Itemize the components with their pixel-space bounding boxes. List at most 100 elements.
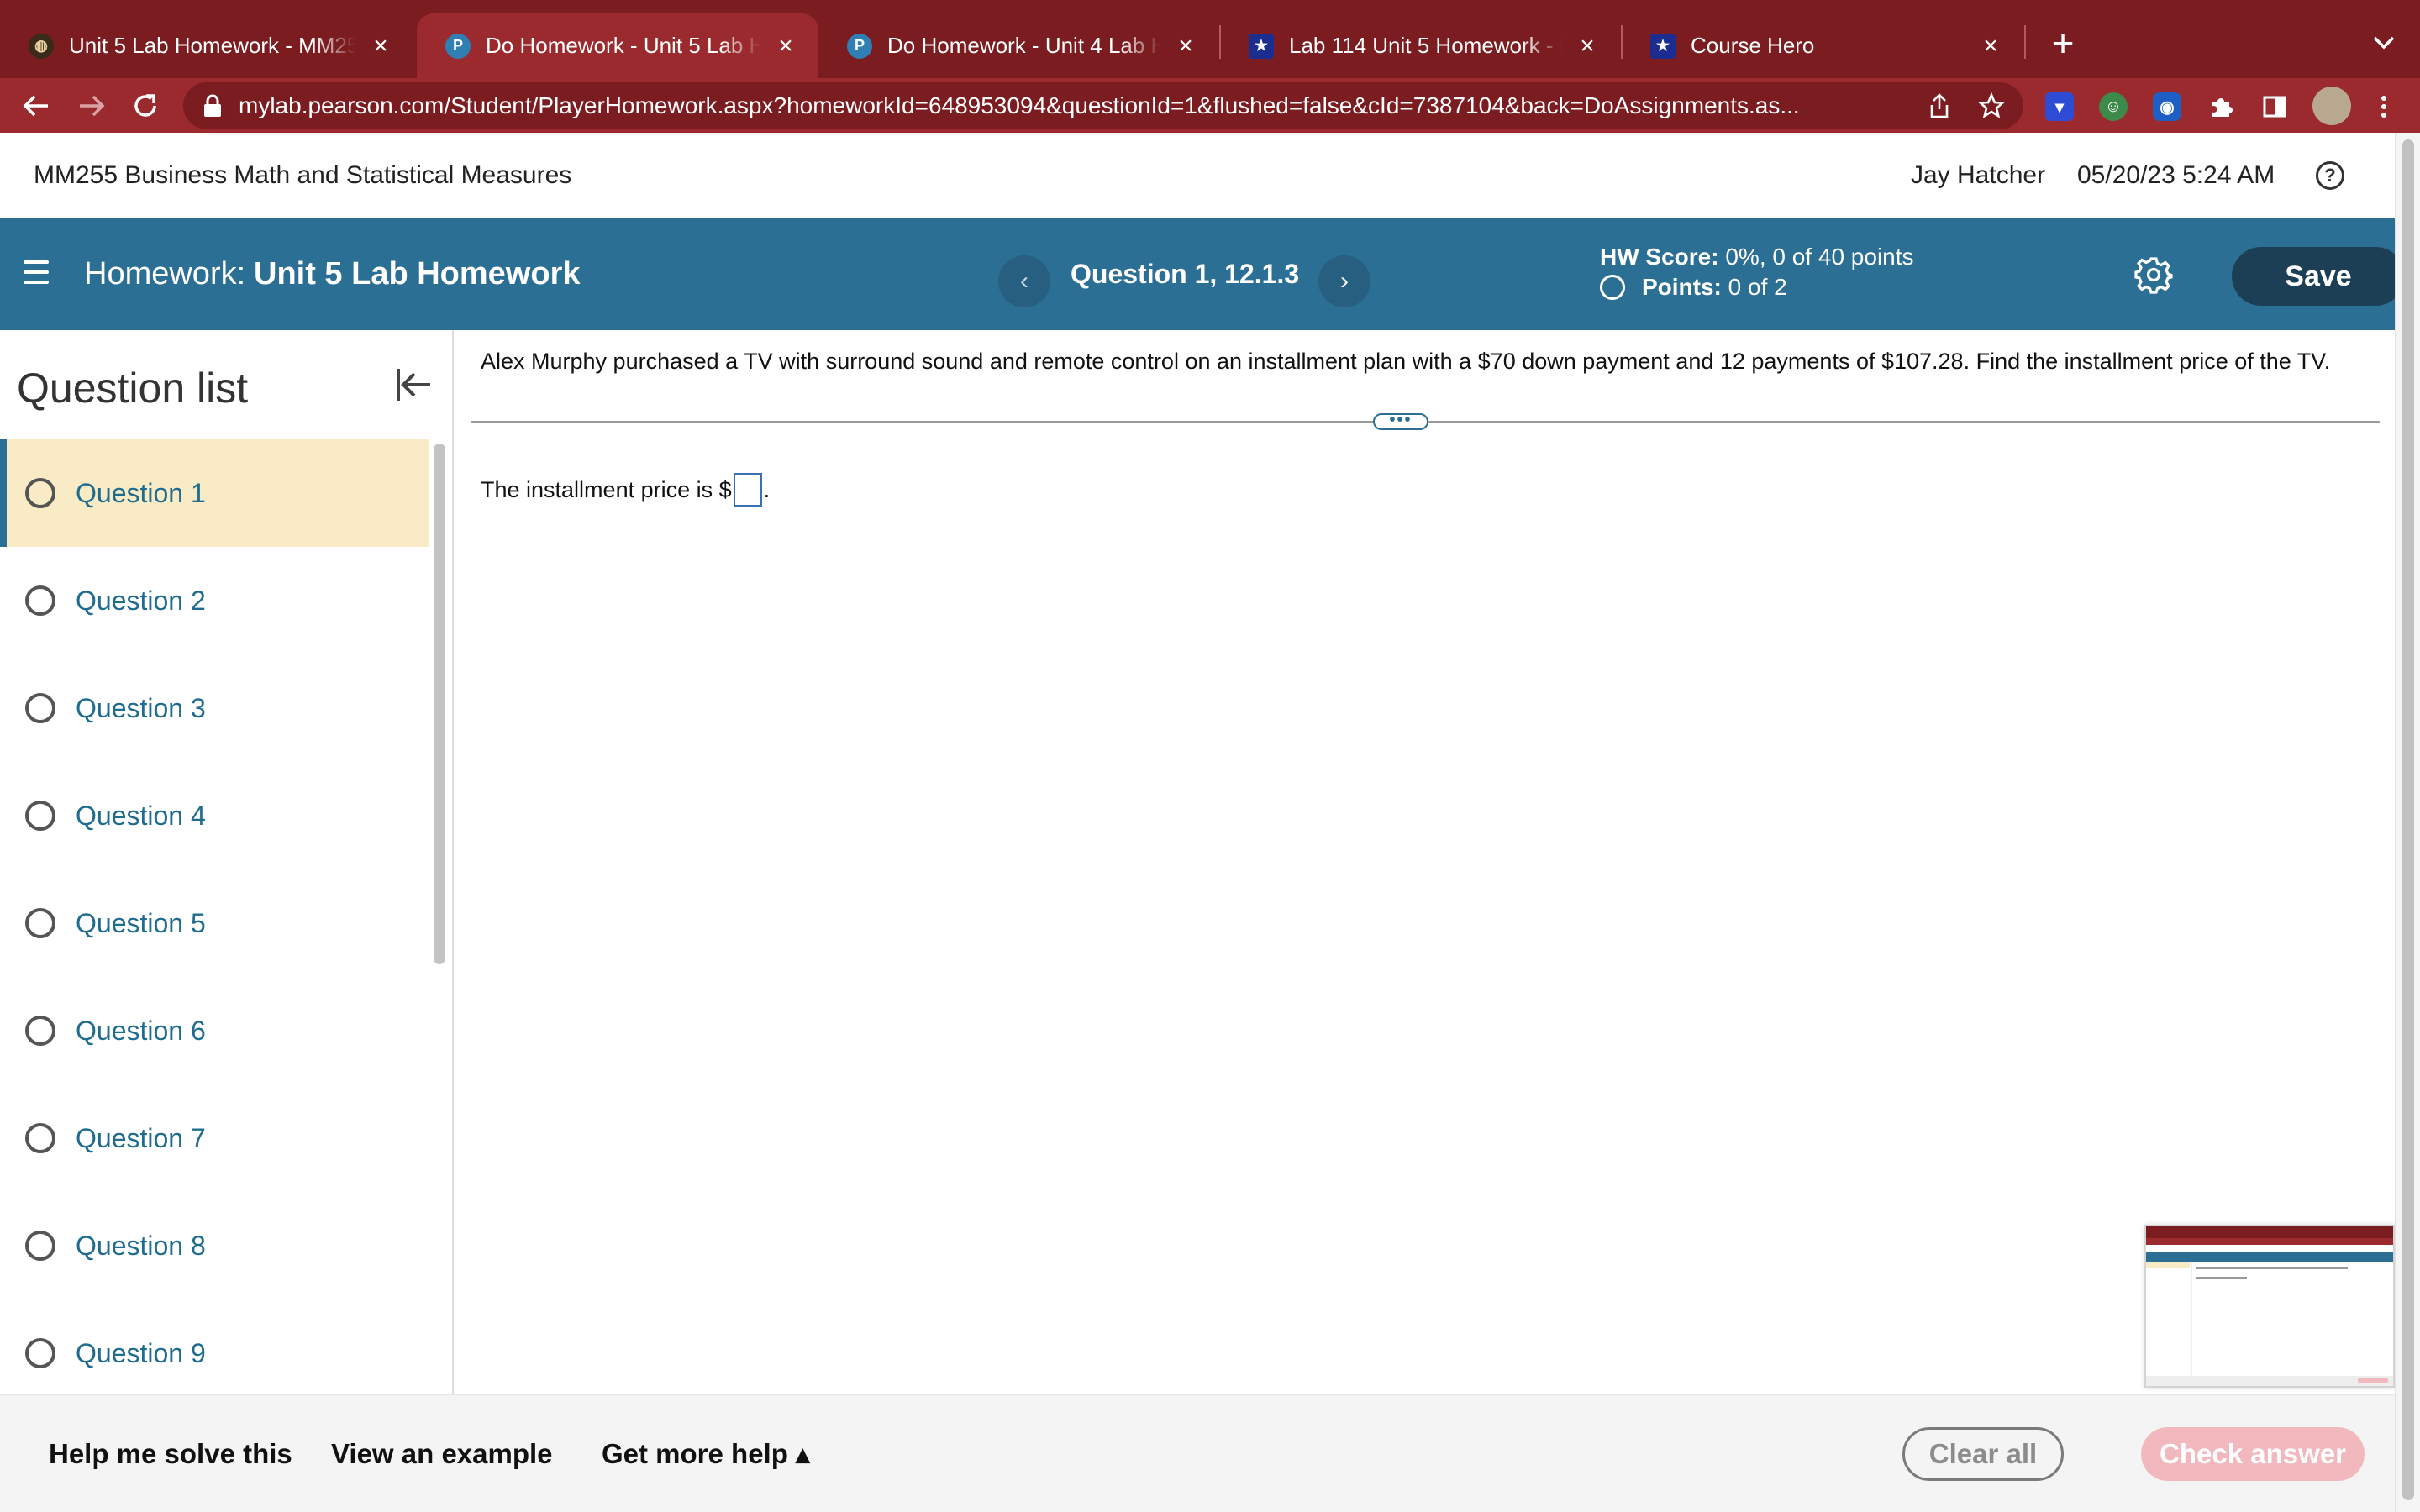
homework-bar: Homework: Unit 5 Lab Homework ‹ Question…: [0, 218, 2405, 330]
question-list-label: Question 4: [76, 800, 206, 831]
share-icon[interactable]: [1924, 91, 1954, 121]
profile-avatar-icon[interactable]: [2312, 87, 2351, 125]
menu-icon[interactable]: [24, 260, 49, 284]
question-list-item-5[interactable]: Question 5: [0, 869, 429, 977]
question-points: Points: 0 of 2: [1600, 274, 1787, 301]
browser-tab-2[interactable]: P Do Homework - Unit 5 Lab Homework ×: [417, 13, 818, 78]
extension-tab-icon[interactable]: ◉: [2153, 92, 2181, 121]
points-value: 0 of 2: [1728, 274, 1787, 300]
question-status-icon: [25, 585, 55, 616]
forward-arrow-icon[interactable]: [71, 85, 113, 127]
address-bar[interactable]: mylab.pearson.com/Student/PlayerHomework…: [183, 82, 2023, 129]
url-text: mylab.pearson.com/Student/PlayerHomework…: [239, 92, 1800, 118]
browser-tab-bar: ◍ Unit 5 Lab Homework - MM255 × P Do Hom…: [0, 0, 2420, 78]
question-list-item-1[interactable]: Question 1: [0, 439, 429, 547]
question-list: Question 1 Question 2 Question 3 Questio…: [0, 439, 429, 1394]
page-thumbnail-preview[interactable]: [2144, 1225, 2395, 1388]
homework-name: Unit 5 Lab Homework: [254, 256, 581, 291]
question-list-label: Question 9: [76, 1337, 206, 1368]
question-list-label: Question 2: [76, 585, 206, 616]
question-status-icon: [25, 1338, 55, 1368]
puzzle-icon[interactable]: [2207, 92, 2235, 121]
points-status-icon: [1600, 275, 1625, 300]
tab-title: Course Hero: [1691, 33, 1815, 58]
view-example-button[interactable]: View an example: [331, 1395, 553, 1512]
answer-prefix: The installment price is $: [481, 476, 732, 502]
answer-suffix: .: [763, 476, 771, 502]
question-list-item-7[interactable]: Question 7: [0, 1084, 429, 1192]
chevron-left-icon: ‹: [1020, 267, 1028, 295]
star-icon: ★: [1650, 33, 1676, 59]
question-list-label: Question 1: [76, 477, 206, 508]
hw-score-label: HW Score:: [1600, 244, 1719, 270]
reload-icon[interactable]: [124, 85, 166, 127]
question-status-icon: [25, 801, 55, 831]
save-button[interactable]: Save: [2232, 247, 2405, 306]
next-question-button[interactable]: ›: [1318, 255, 1370, 307]
tab-title: Do Homework - Unit 5 Lab Homework: [486, 33, 761, 58]
question-status-icon: [25, 1231, 55, 1261]
tab-separator: [2024, 25, 2026, 59]
question-list-item-2[interactable]: Question 2: [0, 547, 429, 654]
question-list-label: Question 5: [76, 907, 206, 938]
date-time: 05/20/23 5:24 AM: [2077, 161, 2275, 189]
question-title: Question 1, 12.1.3: [1071, 259, 1300, 289]
side-panel-icon[interactable]: [2260, 92, 2289, 121]
question-status-icon: [25, 693, 55, 723]
lock-icon: [204, 94, 221, 117]
browser-tab-1[interactable]: ◍ Unit 5 Lab Homework - MM255 ×: [0, 13, 413, 78]
close-icon[interactable]: ×: [368, 32, 393, 60]
divider-handle[interactable]: •••: [1373, 412, 1428, 430]
hw-score: HW Score: 0%, 0 of 40 points: [1600, 244, 1914, 270]
question-list-item-6[interactable]: Question 6: [0, 977, 429, 1084]
tab-title: Unit 5 Lab Homework - MM255: [69, 33, 356, 58]
browser-tab-3[interactable]: P Do Homework - Unit 4 Lab Homework ×: [818, 13, 1218, 78]
question-text: Alex Murphy purchased a TV with surround…: [481, 349, 2331, 374]
question-list-label: Question 7: [76, 1122, 206, 1153]
question-list-item-9[interactable]: Question 9: [0, 1299, 429, 1394]
chevron-down-icon[interactable]: [2363, 22, 2405, 64]
close-icon[interactable]: ×: [1978, 32, 2003, 60]
browser-tab-5[interactable]: ★ Course Hero ×: [1622, 13, 2023, 78]
pearson-icon: P: [445, 33, 471, 59]
help-me-solve-button[interactable]: Help me solve this: [49, 1395, 292, 1512]
question-list-scrollbar[interactable]: [434, 444, 445, 964]
back-arrow-icon[interactable]: [15, 85, 57, 127]
check-answer-button[interactable]: Check answer: [2141, 1427, 2365, 1481]
browser-tab-4[interactable]: ★ Lab 114 Unit 5 Homework - Exercises ×: [1220, 13, 1620, 78]
homework-label: Homework:: [84, 256, 246, 291]
answer-input[interactable]: [733, 473, 762, 507]
question-list-label: Question 8: [76, 1230, 206, 1261]
question-list-item-4[interactable]: Question 4: [0, 762, 429, 869]
page-scrollbar[interactable]: [2395, 133, 2420, 1512]
answer-line: The installment price is $ .: [481, 473, 770, 507]
close-icon[interactable]: ×: [773, 32, 798, 60]
question-list-item-3[interactable]: Question 3: [0, 654, 429, 762]
clear-all-button[interactable]: Clear all: [1902, 1427, 2064, 1481]
collapse-panel-icon[interactable]: [392, 364, 434, 406]
course-header: MM255 Business Math and Statistical Meas…: [0, 133, 2395, 218]
question-list-panel: Question list Question 1 Question 2 Ques…: [0, 330, 454, 1394]
extension-robot-icon[interactable]: ☺: [2099, 92, 2128, 121]
user-name: Jay Hatcher: [1911, 161, 2046, 189]
extension-shield-icon[interactable]: ▾: [2045, 92, 2074, 121]
previous-question-button[interactable]: ‹: [998, 255, 1050, 307]
page-scrollbar-thumb[interactable]: [2402, 139, 2414, 1500]
question-list-title: Question list: [17, 365, 249, 412]
points-label: Points:: [1642, 274, 1722, 300]
close-icon[interactable]: ×: [1575, 32, 1600, 60]
question-content: Alex Murphy purchased a TV with surround…: [455, 330, 2395, 1394]
question-list-item-8[interactable]: Question 8: [0, 1192, 429, 1299]
help-icon[interactable]: ?: [2316, 161, 2344, 190]
bookmark-star-icon[interactable]: [1976, 91, 2007, 121]
browser-toolbar: mylab.pearson.com/Student/PlayerHomework…: [0, 78, 2420, 133]
question-status-icon: [25, 478, 55, 508]
question-status-icon: [25, 908, 55, 938]
close-icon[interactable]: ×: [1173, 32, 1198, 60]
get-more-help-button[interactable]: Get more help ▴: [602, 1395, 810, 1512]
new-tab-icon[interactable]: +: [2042, 21, 2084, 65]
question-list-label: Question 6: [76, 1015, 206, 1046]
globe-icon: ◍: [29, 33, 54, 59]
browser-menu-icon[interactable]: [2370, 92, 2398, 121]
gear-icon[interactable]: [2134, 255, 2173, 294]
